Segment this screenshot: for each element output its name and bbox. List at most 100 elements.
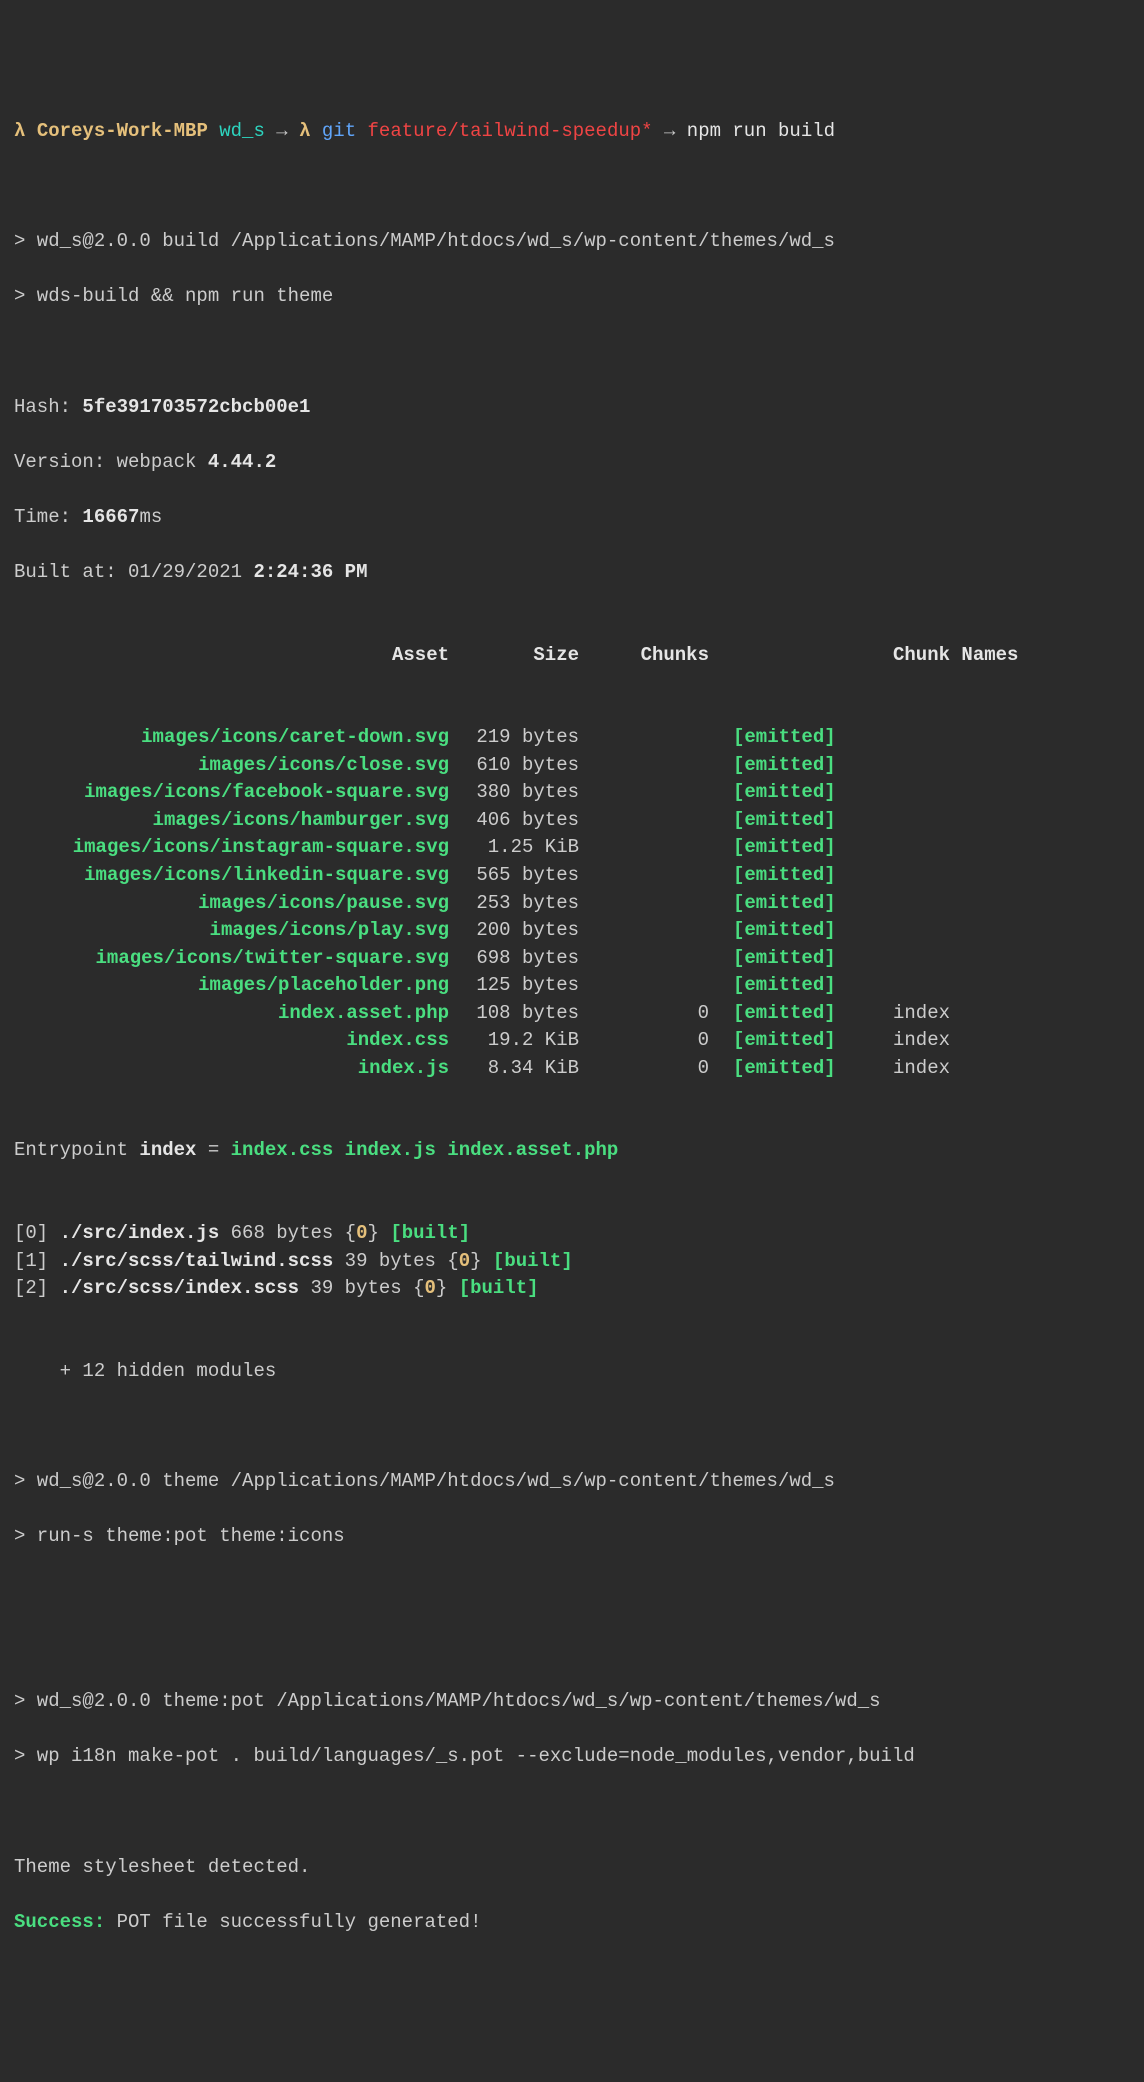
module-row: [1] ./src/scss/tailwind.scss 39 bytes {0… (14, 1248, 1130, 1276)
asset-size: 108 bytes (449, 1000, 579, 1028)
asset-emitted: [emitted] (709, 890, 869, 918)
asset-name: images/icons/pause.svg (14, 890, 449, 918)
module-path: ./src/scss/index.scss (60, 1277, 299, 1299)
asset-emitted: [emitted] (709, 945, 869, 973)
asset-row: images/icons/close.svg610 bytes[emitted] (14, 752, 1130, 780)
script-pot-line-2: > wp i18n make-pot . build/languages/_s.… (14, 1743, 1130, 1771)
version-label: Version: webpack (14, 451, 208, 473)
prompt-arrow-1: → (276, 120, 287, 142)
module-index: [1] (14, 1250, 60, 1272)
prompt-line[interactable]: λ Coreys-Work-MBP wd_s → λ git feature/t… (14, 118, 1130, 146)
module-size: 39 bytes (299, 1277, 402, 1299)
asset-row: images/icons/facebook-square.svg380 byte… (14, 779, 1130, 807)
module-path: ./src/scss/tailwind.scss (60, 1250, 334, 1272)
hash-line: Hash: 5fe391703572cbcb00e1 (14, 394, 1130, 422)
asset-row: images/icons/instagram-square.svg1.25 Ki… (14, 834, 1130, 862)
asset-row: images/placeholder.png125 bytes[emitted] (14, 972, 1130, 1000)
entrypoint-line: Entrypoint index = index.css index.js in… (14, 1137, 1130, 1165)
script-build-line-2: > wds-build && npm run theme (14, 283, 1130, 311)
script-build-line-1: > wd_s@2.0.0 build /Applications/MAMP/ht… (14, 228, 1130, 256)
asset-size: 253 bytes (449, 890, 579, 918)
asset-name: images/icons/facebook-square.svg (14, 779, 449, 807)
asset-size: 8.34 KiB (449, 1055, 579, 1083)
prompt-lambda: λ (14, 120, 25, 142)
col-names: Chunk Names (869, 642, 1018, 670)
asset-emitted: [emitted] (709, 807, 869, 835)
blank-line (14, 173, 1130, 201)
asset-size: 200 bytes (449, 917, 579, 945)
module-status: [built] (390, 1222, 470, 1244)
stylesheet-detected: Theme stylesheet detected. (14, 1854, 1130, 1882)
asset-chunk-names: index (869, 1027, 950, 1055)
col-size: Size (449, 642, 579, 670)
asset-emitted: [emitted] (709, 779, 869, 807)
asset-row: images/icons/caret-down.svg219 bytes[emi… (14, 724, 1130, 752)
asset-size: 125 bytes (449, 972, 579, 1000)
asset-row: images/icons/hamburger.svg406 bytes[emit… (14, 807, 1130, 835)
asset-emitted: [emitted] (709, 752, 869, 780)
module-brace-open: { (436, 1250, 459, 1272)
module-brace-close: } (368, 1222, 391, 1244)
module-chunk: 0 (425, 1277, 436, 1299)
asset-size: 565 bytes (449, 862, 579, 890)
asset-chunks: 0 (579, 1055, 709, 1083)
entrypoint-label: Entrypoint (14, 1139, 139, 1161)
asset-name: images/icons/play.svg (14, 917, 449, 945)
time-label: Time: (14, 506, 82, 528)
prompt-host: Coreys-Work-MBP (37, 120, 208, 142)
script-theme-line-2: > run-s theme:pot theme:icons (14, 1523, 1130, 1551)
prompt-dirty: * (641, 120, 652, 142)
module-chunk: 0 (459, 1250, 470, 1272)
asset-table-header: AssetSizeChunksChunk Names (14, 642, 1130, 670)
asset-size: 698 bytes (449, 945, 579, 973)
asset-emitted: [emitted] (709, 834, 869, 862)
script-pot-line-1: > wd_s@2.0.0 theme:pot /Applications/MAM… (14, 1688, 1130, 1716)
asset-emitted: [emitted] (709, 1000, 869, 1028)
module-size: 668 bytes (219, 1222, 333, 1244)
asset-size: 380 bytes (449, 779, 579, 807)
blank-line (14, 1633, 1130, 1661)
asset-chunk-names: index (869, 1055, 950, 1083)
asset-name: images/icons/linkedin-square.svg (14, 862, 449, 890)
module-brace-open: { (402, 1277, 425, 1299)
prompt-lambda-2: λ (299, 120, 310, 142)
prompt-dir: wd_s (219, 120, 265, 142)
prompt-git-label: git (322, 120, 356, 142)
entrypoint-equals: = (196, 1139, 230, 1161)
module-brace-close: } (436, 1277, 459, 1299)
module-brace-close: } (470, 1250, 493, 1272)
asset-emitted: [emitted] (709, 724, 869, 752)
success-line: Success: POT file successfully generated… (14, 1909, 1130, 1937)
module-status: [built] (459, 1277, 539, 1299)
module-row: [0] ./src/index.js 668 bytes {0} [built] (14, 1220, 1130, 1248)
prompt-command: npm run build (687, 120, 835, 142)
module-index: [2] (14, 1277, 60, 1299)
asset-name: images/icons/caret-down.svg (14, 724, 449, 752)
success-label: Success: (14, 1911, 105, 1933)
asset-name: images/placeholder.png (14, 972, 449, 1000)
asset-chunks: 0 (579, 1027, 709, 1055)
asset-name: images/icons/instagram-square.svg (14, 834, 449, 862)
asset-chunk-names: index (869, 1000, 950, 1028)
script-theme-line-1: > wd_s@2.0.0 theme /Applications/MAMP/ht… (14, 1468, 1130, 1496)
module-list: [0] ./src/index.js 668 bytes {0} [built]… (14, 1220, 1130, 1303)
asset-name: index.css (14, 1027, 449, 1055)
col-chunks: Chunks (579, 642, 709, 670)
module-index: [0] (14, 1222, 60, 1244)
module-brace-open: { (333, 1222, 356, 1244)
asset-row: index.asset.php108 bytes0[emitted]index (14, 1000, 1130, 1028)
blank-line (14, 339, 1130, 367)
asset-name: index.asset.php (14, 1000, 449, 1028)
asset-name: images/icons/close.svg (14, 752, 449, 780)
asset-row: images/icons/twitter-square.svg698 bytes… (14, 945, 1130, 973)
hidden-modules: + 12 hidden modules (14, 1358, 1130, 1386)
hash-value: 5fe391703572cbcb00e1 (82, 396, 310, 418)
time-suffix: ms (139, 506, 162, 528)
asset-row: images/icons/pause.svg253 bytes [emitted] (14, 890, 1130, 918)
version-line: Version: webpack 4.44.2 (14, 449, 1130, 477)
asset-row: images/icons/play.svg200 bytes[emitted] (14, 917, 1130, 945)
hash-label: Hash: (14, 396, 82, 418)
version-value: 4.44.2 (208, 451, 276, 473)
asset-row: index.css19.2 KiB0[emitted]index (14, 1027, 1130, 1055)
asset-chunks: 0 (579, 1000, 709, 1028)
